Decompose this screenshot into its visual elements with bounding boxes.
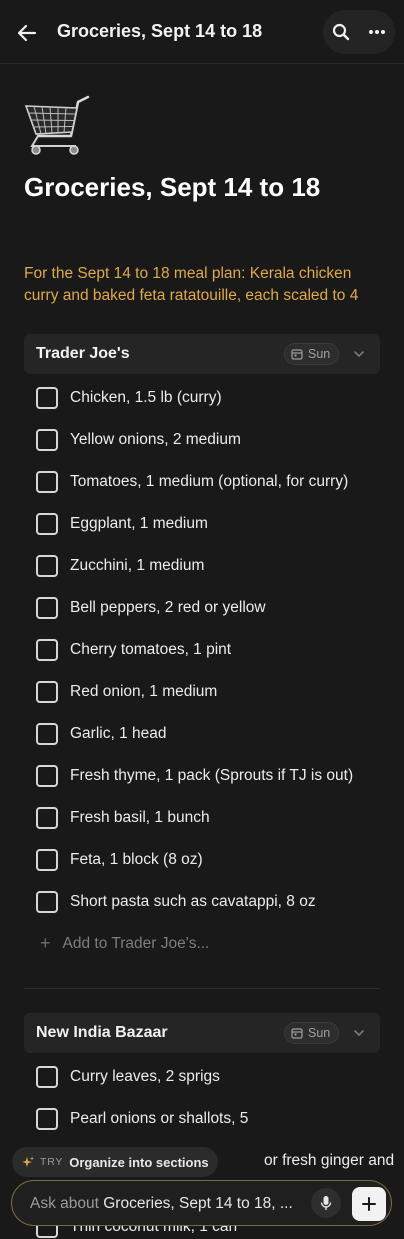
- suggestion-text: Organize into sections: [69, 1154, 209, 1170]
- list-item: Pearl onions or shallots, 5: [36, 1107, 248, 1131]
- list-item: Bell peppers, 2 red or yellow: [36, 596, 266, 620]
- item-label[interactable]: Curry leaves, 2 sprigs: [70, 1068, 220, 1086]
- section-header-new-india-bazaar[interactable]: New India Bazaar Sun: [24, 1013, 380, 1053]
- list-item: Yellow onions, 2 medium: [36, 428, 241, 452]
- more-button[interactable]: [359, 10, 395, 54]
- item-checkbox[interactable]: [36, 513, 58, 535]
- item-checkbox[interactable]: [36, 387, 58, 409]
- item-label[interactable]: Feta, 1 block (8 oz): [70, 851, 203, 869]
- list-item: Red onion, 1 medium: [36, 680, 217, 704]
- section-title: New India Bazaar: [36, 1024, 168, 1041]
- search-icon: [332, 23, 350, 41]
- item-label[interactable]: Yellow onions, 2 medium: [70, 431, 241, 449]
- ask-subject: Groceries, Sept 14 to 18, ...: [103, 1195, 293, 1212]
- item-label[interactable]: Fresh basil, 1 bunch: [70, 809, 210, 827]
- item-checkbox[interactable]: [36, 471, 58, 493]
- list-item: Cherry tomatoes, 1 pint: [36, 638, 231, 662]
- day-badge[interactable]: Sun: [284, 1022, 340, 1044]
- item-label[interactable]: Tomatoes, 1 medium (optional, for curry): [70, 473, 348, 491]
- app-root: Groceries, Sept 14 to 18 Groceries, Sept…: [0, 0, 404, 1239]
- day-label: Sun: [308, 347, 331, 361]
- ask-prefix: Ask about: [30, 1195, 104, 1212]
- item-checkbox[interactable]: [36, 639, 58, 661]
- list-item: Zucchini, 1 medium: [36, 554, 204, 578]
- item-checkbox[interactable]: [36, 555, 58, 577]
- add-item-row[interactable]: + Add to Trader Joe's...: [40, 933, 209, 954]
- header-title: Groceries, Sept 14 to 18: [57, 21, 263, 41]
- item-label[interactable]: or fresh ginger and: [264, 1152, 394, 1170]
- list-item: Chicken, 1.5 lb (curry): [36, 386, 222, 410]
- item-label[interactable]: Pearl onions or shallots, 5: [70, 1110, 248, 1128]
- item-label[interactable]: Bell peppers, 2 red or yellow: [70, 599, 266, 617]
- arrow-left-icon: [17, 24, 37, 42]
- list-item: Short pasta such as cavatappi, 8 oz: [36, 890, 316, 914]
- chevron-down-icon[interactable]: [352, 347, 366, 361]
- item-checkbox[interactable]: [36, 1066, 58, 1088]
- list-item: Tomatoes, 1 medium (optional, for curry): [36, 470, 348, 494]
- item-label[interactable]: Zucchini, 1 medium: [70, 557, 204, 575]
- page-title[interactable]: Groceries, Sept 14 to 18: [24, 172, 320, 203]
- list-item: Fresh basil, 1 bunch: [36, 806, 210, 830]
- calendar-icon: [291, 1028, 303, 1039]
- section-title: Trader Joe's: [36, 345, 130, 362]
- more-horizontal-icon: [369, 30, 385, 34]
- list-item: Garlic, 1 head: [36, 722, 167, 746]
- item-checkbox[interactable]: [36, 765, 58, 787]
- chevron-down-icon[interactable]: [352, 1026, 366, 1040]
- suggestion-chip[interactable]: TRY Organize into sections: [12, 1147, 218, 1177]
- item-checkbox[interactable]: [36, 1108, 58, 1130]
- add-item-label: Add to Trader Joe's...: [62, 934, 210, 952]
- item-label[interactable]: Garlic, 1 head: [70, 725, 167, 743]
- try-tag: TRY: [40, 1156, 64, 1168]
- plus-icon: +: [40, 933, 51, 953]
- plus-icon: [362, 1197, 376, 1211]
- item-checkbox[interactable]: [36, 681, 58, 703]
- ask-bar[interactable]: Ask about Groceries, Sept 14 to 18, ...: [11, 1180, 392, 1226]
- list-item: Curry leaves, 2 sprigs: [36, 1065, 220, 1089]
- microphone-icon: [320, 1196, 332, 1210]
- item-label[interactable]: Chicken, 1.5 lb (curry): [70, 389, 222, 407]
- item-label[interactable]: Fresh thyme, 1 pack (Sprouts if TJ is ou…: [70, 767, 353, 785]
- item-checkbox[interactable]: [36, 597, 58, 619]
- shopping-cart-icon[interactable]: [22, 94, 90, 158]
- ask-input[interactable]: Ask about Groceries, Sept 14 to 18, ...: [30, 1195, 312, 1213]
- item-label[interactable]: Cherry tomatoes, 1 pint: [70, 641, 231, 659]
- top-bar: Groceries, Sept 14 to 18: [0, 0, 404, 64]
- item-checkbox[interactable]: [36, 807, 58, 829]
- list-item: Fresh thyme, 1 pack (Sprouts if TJ is ou…: [36, 764, 353, 788]
- back-button[interactable]: [14, 20, 40, 46]
- item-checkbox[interactable]: [36, 849, 58, 871]
- item-label[interactable]: Short pasta such as cavatappi, 8 oz: [70, 893, 316, 911]
- section-header-trader-joes[interactable]: Trader Joe's Sun: [24, 334, 380, 374]
- calendar-icon: [291, 349, 303, 360]
- item-label[interactable]: Eggplant, 1 medium: [70, 515, 208, 533]
- list-item: Feta, 1 block (8 oz): [36, 848, 203, 872]
- day-badge[interactable]: Sun: [284, 343, 340, 365]
- header-actions: [323, 10, 395, 54]
- item-label[interactable]: Red onion, 1 medium: [70, 683, 217, 701]
- search-button[interactable]: [323, 10, 359, 54]
- list-item: Eggplant, 1 medium: [36, 512, 208, 536]
- sparkle-icon: [22, 1156, 34, 1167]
- add-button[interactable]: [352, 1187, 386, 1221]
- section-divider: [24, 988, 380, 989]
- mic-button[interactable]: [311, 1188, 341, 1218]
- item-checkbox[interactable]: [36, 429, 58, 451]
- item-checkbox[interactable]: [36, 891, 58, 913]
- item-checkbox[interactable]: [36, 723, 58, 745]
- day-label: Sun: [308, 1026, 331, 1040]
- intro-text[interactable]: For the Sept 14 to 18 meal plan: Kerala …: [24, 263, 386, 307]
